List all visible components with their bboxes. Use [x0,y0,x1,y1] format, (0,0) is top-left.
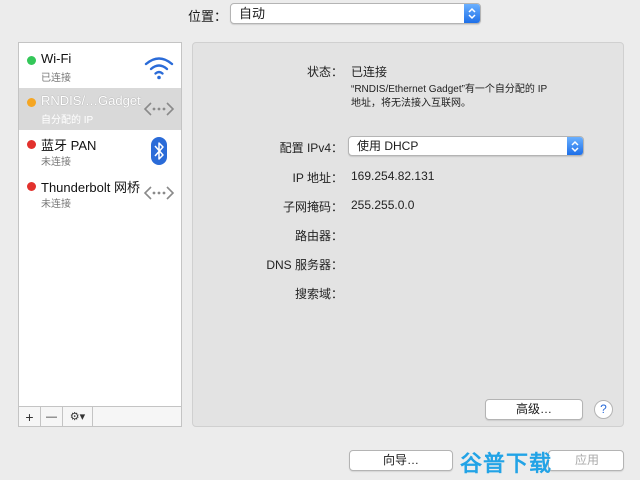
ethernet-icon [143,102,175,116]
status-dot [27,56,36,65]
service-toolbar: + — ⚙▾ [19,406,181,426]
apply-button[interactable]: 应用 [548,450,624,471]
assist-me-button[interactable]: 向导… [349,450,453,471]
service-list: Wi-Fi 已连接 RNDIS/…Gadget 自分配的 IP 蓝牙 PAN 未… [18,42,182,427]
service-item-thunderbolt-bridge[interactable]: Thunderbolt 网桥 未连接 [19,172,181,214]
service-status: 未连接 [41,157,71,168]
service-name: Thunderbolt 网桥 [41,180,140,195]
watermark-logo: 谷普下载 [460,451,553,476]
dns-label: DNS 服务器： [266,258,343,272]
service-status: 自分配的 IP [41,115,94,126]
ipv4-popup[interactable]: 使用 DHCP [348,136,584,156]
subnet-mask-label: 子网掩码： [282,200,343,214]
service-status: 已连接 [41,73,71,84]
wifi-icon [144,57,174,80]
ip-address-label: IP 地址： [292,171,343,185]
search-domains-label: 搜索域： [294,287,343,301]
ethernet-icon [143,186,175,200]
ip-address-value: 169.254.82.131 [351,169,435,183]
ipv4-label: 配置 IPv4： [279,141,343,155]
description-line-1: “RNDIS/Ethernet Gadget”有一个自分配的 IP [351,84,548,95]
bluetooth-icon [151,137,167,165]
popup-stepper-icon [464,4,480,23]
service-item-bluetooth-pan[interactable]: 蓝牙 PAN 未连接 [19,130,181,172]
status-description: “RNDIS/Ethernet Gadget”有一个自分配的 IP 地址，将无法… [351,83,547,111]
advanced-button[interactable]: 高级… [485,399,583,420]
router-label: 路由器： [294,229,343,243]
status-dot [27,182,36,191]
location-label: 位置： [188,9,228,24]
add-service-button[interactable]: + [19,407,41,426]
status-label: 状态： [306,65,343,79]
service-name: Wi-Fi [41,51,72,66]
ipv4-value: 使用 DHCP [357,139,419,153]
popup-stepper-icon [567,137,583,155]
service-item-wifi[interactable]: Wi-Fi 已连接 [19,46,181,88]
detail-panel: 状态： 已连接 “RNDIS/Ethernet Gadget”有一个自分配的 I… [192,42,624,427]
remove-service-button[interactable]: — [41,407,63,426]
service-name: 蓝牙 PAN [41,138,97,153]
status-value: 已连接 [351,65,388,79]
status-dot [27,140,36,149]
action-menu-button[interactable]: ⚙▾ [63,407,93,426]
status-dot [27,98,36,107]
service-name: RNDIS/…Gadget [41,93,141,108]
help-button[interactable]: ? [594,400,613,419]
service-status: 未连接 [41,199,71,210]
subnet-mask-value: 255.255.0.0 [351,198,415,212]
location-value: 自动 [239,6,266,21]
description-line-2: 地址，将无法接入互联网。 [351,98,471,109]
service-item-rndis[interactable]: RNDIS/…Gadget 自分配的 IP [19,88,181,130]
location-popup[interactable]: 自动 [230,3,481,24]
